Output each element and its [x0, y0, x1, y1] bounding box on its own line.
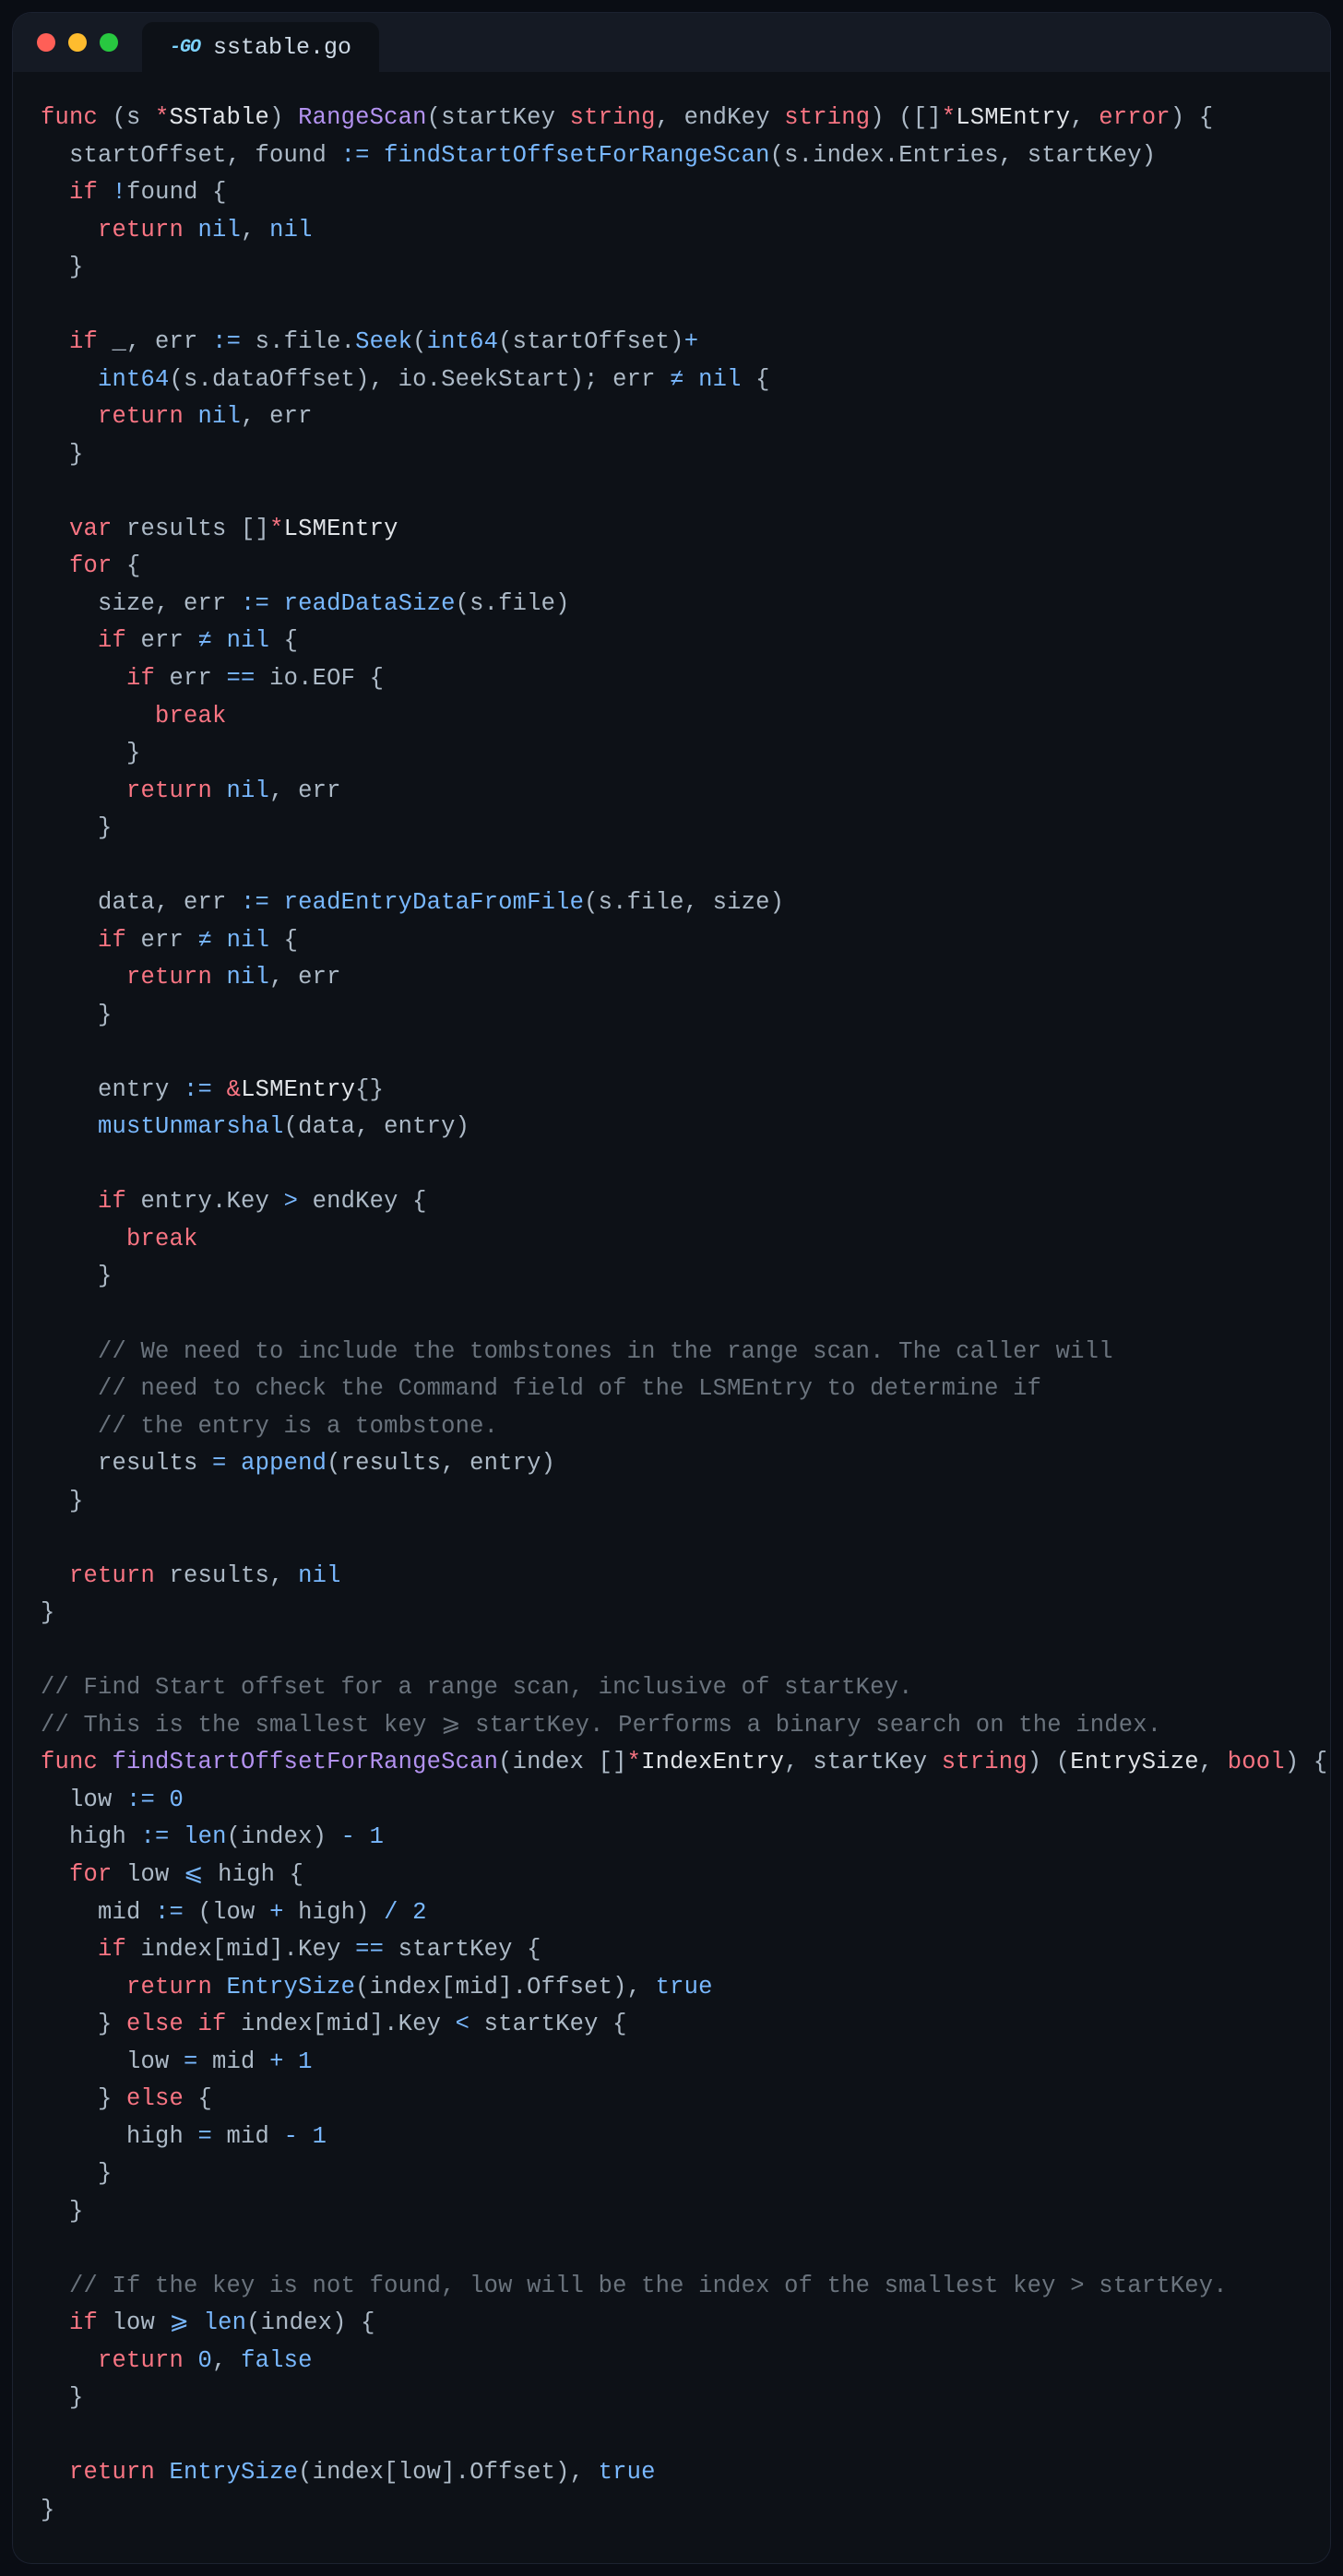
close-icon[interactable] — [37, 33, 55, 52]
tab-filename: sstable.go — [213, 34, 351, 61]
go-file-icon: -GO — [170, 37, 200, 58]
tab-sstable[interactable]: -GO sstable.go — [142, 22, 379, 72]
window-controls — [37, 33, 118, 52]
editor-window: -GO sstable.go func (s *SSTable) RangeSc… — [13, 13, 1330, 2563]
zoom-icon[interactable] — [100, 33, 118, 52]
code-editor[interactable]: func (s *SSTable) RangeScan(startKey str… — [13, 72, 1330, 2530]
title-bar: -GO sstable.go — [13, 13, 1330, 72]
minimize-icon[interactable] — [68, 33, 87, 52]
